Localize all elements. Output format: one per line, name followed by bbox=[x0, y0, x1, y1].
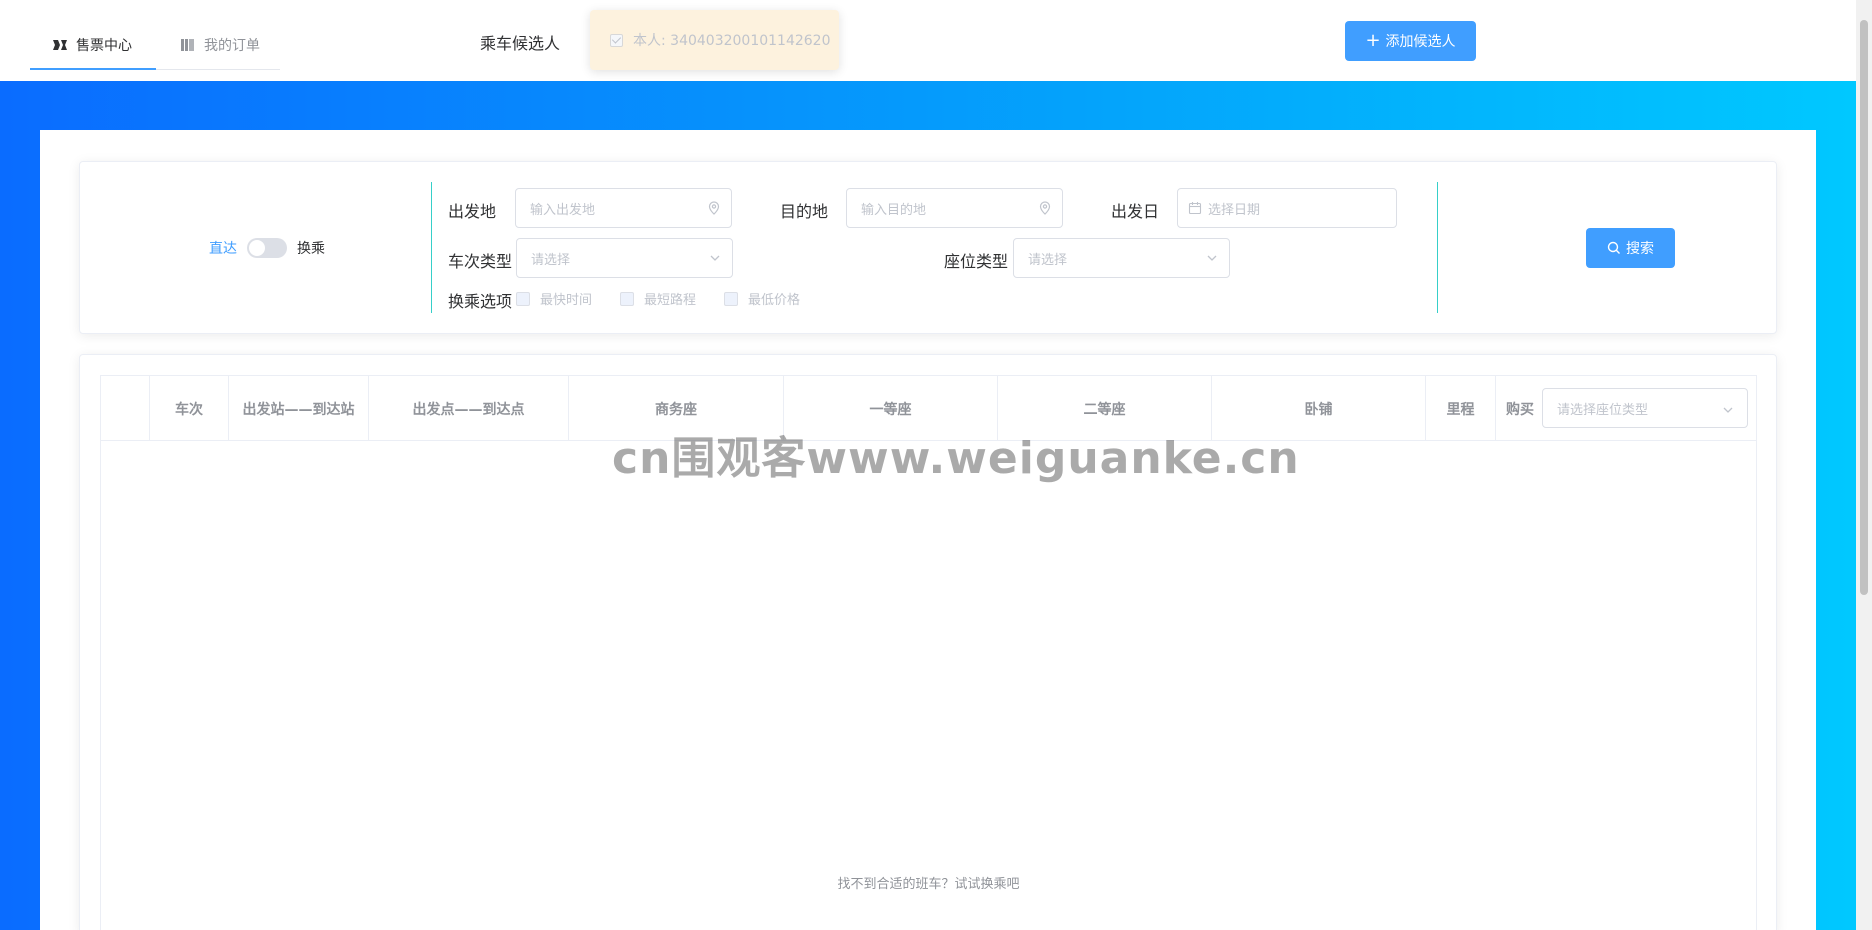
left-divider bbox=[431, 182, 432, 313]
col-expand bbox=[101, 376, 150, 441]
checkbox[interactable] bbox=[620, 291, 635, 306]
from-label: 出发地 bbox=[448, 202, 497, 221]
active-tab-indicator bbox=[30, 68, 156, 70]
buy-seat-type-placeholder: 请选择座位类型 bbox=[1557, 402, 1649, 418]
tab-my-orders-label: 我的订单 bbox=[204, 38, 260, 54]
passenger-label: 乘车候选人 bbox=[480, 34, 561, 53]
option-cheapest-label: 最低价格 bbox=[748, 293, 801, 308]
tab-ticket-center[interactable]: 售票中心 bbox=[52, 20, 132, 70]
location-pin-icon bbox=[708, 201, 720, 215]
col-points: 出发点——到达点 bbox=[369, 376, 569, 441]
route-mode-switch: 直达 换乘 bbox=[209, 238, 325, 258]
nav-tabs: 售票中心 我的订单 bbox=[30, 20, 280, 70]
scrollbar-thumb[interactable] bbox=[1860, 20, 1868, 595]
to-input[interactable]: 输入目的地 bbox=[846, 188, 1063, 228]
plus-icon: + bbox=[1365, 30, 1381, 51]
page-scrollbar[interactable] bbox=[1856, 0, 1872, 930]
search-icon bbox=[1607, 241, 1620, 254]
direct-transfer-toggle[interactable] bbox=[247, 238, 287, 258]
train-type-label: 车次类型 bbox=[448, 252, 513, 271]
col-mileage: 里程 bbox=[1426, 376, 1496, 441]
transfer-options-label: 换乘选项 bbox=[448, 292, 513, 311]
tab-ticket-center-label: 售票中心 bbox=[76, 38, 132, 54]
option-fastest-label: 最快时间 bbox=[540, 293, 593, 308]
col-stations: 出发站——到达站 bbox=[229, 376, 369, 441]
col-buy-label: 购买 bbox=[1506, 401, 1534, 418]
option-shortest[interactable]: 最短路程 bbox=[620, 289, 696, 308]
seat-type-placeholder: 请选择 bbox=[1028, 252, 1068, 268]
seat-type-label: 座位类型 bbox=[944, 252, 1009, 271]
from-input-placeholder: 输入出发地 bbox=[530, 202, 596, 218]
switch-direct-label[interactable]: 直达 bbox=[209, 238, 237, 258]
date-picker[interactable]: 选择日期 bbox=[1177, 188, 1397, 228]
add-passenger-label: 添加候选人 bbox=[1385, 34, 1456, 50]
search-button-label: 搜索 bbox=[1626, 241, 1654, 257]
from-input[interactable]: 输入出发地 bbox=[515, 188, 732, 228]
option-fastest[interactable]: 最快时间 bbox=[516, 289, 592, 308]
location-pin-icon bbox=[1039, 201, 1051, 215]
date-label: 出发日 bbox=[1111, 202, 1160, 221]
to-label: 目的地 bbox=[780, 202, 829, 221]
seat-type-select[interactable]: 请选择 bbox=[1013, 238, 1230, 278]
option-cheapest[interactable]: 最低价格 bbox=[724, 289, 800, 308]
to-input-placeholder: 输入目的地 bbox=[861, 202, 927, 218]
passenger-checkbox[interactable] bbox=[610, 33, 623, 47]
passenger-chip[interactable]: 本人: 340403200101142620 bbox=[590, 10, 839, 70]
chevron-down-icon bbox=[1207, 255, 1217, 261]
train-type-select[interactable]: 请选择 bbox=[516, 238, 733, 278]
empty-table-message: 找不到合适的班车？试试换乘吧 bbox=[837, 877, 1020, 892]
search-button[interactable]: 搜索 bbox=[1586, 228, 1675, 268]
train-type-placeholder: 请选择 bbox=[531, 252, 571, 268]
watermark: cn围观客www.weiguanke.cn bbox=[612, 433, 1300, 484]
col-train-no: 车次 bbox=[150, 376, 229, 441]
transfer-options-group: 最快时间 最短路程 最低价格 bbox=[516, 289, 828, 308]
ticket-icon bbox=[53, 40, 67, 50]
checkbox[interactable] bbox=[724, 291, 739, 306]
right-divider bbox=[1437, 182, 1438, 313]
option-shortest-label: 最短路程 bbox=[644, 293, 697, 308]
add-passenger-button[interactable]: + 添加候选人 bbox=[1345, 21, 1476, 61]
search-card: 直达 换乘 出发地 输入出发地 目的地 输入目的地 出发日 选择日期 车次类型 … bbox=[79, 161, 1777, 334]
chevron-down-icon bbox=[710, 255, 720, 261]
checkbox[interactable] bbox=[516, 291, 530, 306]
top-header: 售票中心 我的订单 乘车候选人 本人: 340403200101142620 +… bbox=[0, 0, 1856, 81]
orders-icon bbox=[181, 39, 194, 51]
switch-transfer-label[interactable]: 换乘 bbox=[297, 238, 325, 258]
passenger-chip-text: 本人: 340403200101142620 bbox=[633, 33, 831, 49]
calendar-icon bbox=[1188, 202, 1202, 215]
chevron-down-icon bbox=[1723, 407, 1733, 413]
date-picker-placeholder: 选择日期 bbox=[1208, 202, 1261, 218]
tab-my-orders[interactable]: 我的订单 bbox=[180, 20, 260, 70]
buy-seat-type-select[interactable]: 请选择座位类型 bbox=[1542, 388, 1748, 428]
